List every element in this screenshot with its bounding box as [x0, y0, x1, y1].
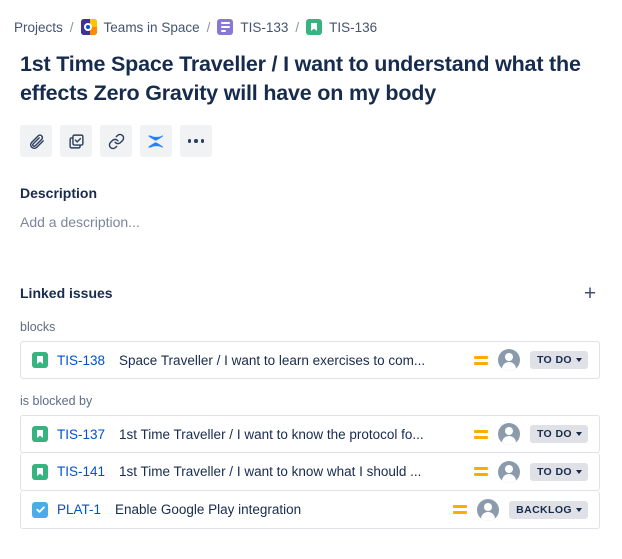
linked-issue-summary: Space Traveller / I want to learn exerci… [119, 352, 426, 368]
breadcrumb-item-issue[interactable]: TIS-136 [306, 19, 377, 35]
linked-issue-meta: TO DO [473, 349, 588, 371]
linked-issue-row[interactable]: TIS-141 1st Time Traveller / I want to k… [20, 453, 600, 491]
description-placeholder[interactable]: Add a description... [20, 214, 608, 230]
issue-view: Projects / Teams in Space / TIS-133 / TI… [0, 0, 622, 529]
story-issue-type-icon [32, 463, 48, 480]
linked-issue-row[interactable]: PLAT-1 Enable Google Play integration BA… [20, 491, 600, 529]
avatar[interactable] [477, 498, 500, 521]
linked-issues-header: Linked issues + [20, 281, 602, 305]
chevron-down-icon [576, 358, 582, 362]
project-avatar-icon [80, 19, 97, 35]
chevron-down-icon [576, 507, 582, 512]
attach-button[interactable] [20, 125, 52, 157]
linked-issue-key[interactable]: TIS-141 [57, 464, 105, 479]
paperclip-icon [28, 133, 45, 150]
avatar[interactable] [497, 423, 520, 445]
breadcrumb-separator: / [206, 19, 211, 35]
breadcrumb-label: Projects [14, 19, 63, 35]
link-group-label: blocks [20, 320, 56, 334]
medium-priority-icon [473, 355, 488, 365]
linked-issue-row[interactable]: TIS-138 Space Traveller / I want to lear… [20, 341, 600, 379]
status-badge-label: TO DO [536, 354, 572, 366]
status-badge-label: TO DO [536, 465, 572, 478]
story-issue-type-icon [32, 352, 48, 368]
breadcrumb: Projects / Teams in Space / TIS-133 / TI… [14, 0, 608, 46]
child-issue-icon [68, 133, 85, 150]
apps-button[interactable] [140, 125, 172, 157]
linked-issue-meta: BACKLOG [453, 498, 588, 521]
linked-issues-heading: Linked issues [20, 285, 113, 301]
linked-issue-key[interactable]: PLAT-1 [57, 502, 101, 517]
medium-priority-icon [473, 467, 488, 476]
epic-issue-type-icon [217, 19, 234, 35]
linked-issue-key[interactable]: TIS-138 [57, 353, 105, 368]
status-badge-label: TO DO [536, 428, 572, 440]
status-badge[interactable]: TO DO [529, 462, 588, 481]
linked-issue-summary: 1st Time Traveller / I want to know what… [119, 464, 422, 479]
avatar[interactable] [497, 349, 520, 371]
avatar[interactable] [497, 460, 520, 483]
page-title[interactable]: 1st Time Space Traveller / I want to und… [20, 50, 608, 108]
breadcrumb-separator: / [295, 19, 300, 35]
link-icon [108, 133, 125, 150]
breadcrumb-item-project[interactable]: Teams in Space [80, 19, 200, 35]
add-child-issue-button[interactable] [60, 125, 92, 157]
add-linked-issue-button[interactable]: + [578, 281, 602, 305]
linked-issue-summary: 1st Time Traveller / I want to know the … [119, 426, 424, 442]
breadcrumb-item-epic[interactable]: TIS-133 [217, 19, 288, 35]
status-badge[interactable]: BACKLOG [509, 500, 588, 519]
medium-priority-icon [453, 505, 468, 514]
link-issue-button[interactable] [100, 125, 132, 157]
link-group-label: is blocked by [20, 394, 93, 408]
plus-icon: + [583, 281, 597, 305]
status-badge-label: BACKLOG [516, 503, 572, 516]
status-badge[interactable]: TO DO [529, 425, 588, 443]
linked-issue-row[interactable]: TIS-137 1st Time Traveller / I want to k… [20, 415, 600, 453]
breadcrumb-label: TIS-136 [329, 19, 378, 35]
chevron-down-icon [576, 432, 582, 436]
linked-issue-summary: Enable Google Play integration [115, 502, 302, 517]
linked-issue-meta: TO DO [473, 423, 588, 445]
apps-icon [147, 132, 166, 151]
linked-issue-meta: TO DO [473, 460, 588, 483]
action-toolbar [20, 125, 608, 157]
more-actions-button[interactable] [180, 125, 212, 157]
task-issue-type-icon [32, 501, 48, 518]
story-issue-type-icon [306, 19, 323, 35]
breadcrumb-item-projects[interactable]: Projects [14, 20, 63, 35]
more-ellipsis-icon [187, 139, 205, 143]
description-heading: Description [20, 185, 98, 201]
linked-issue-key[interactable]: TIS-137 [57, 427, 105, 442]
medium-priority-icon [473, 429, 488, 439]
breadcrumb-separator: / [69, 19, 74, 35]
chevron-down-icon [576, 469, 582, 474]
status-badge[interactable]: TO DO [529, 351, 588, 369]
breadcrumb-label: Teams in Space [103, 19, 200, 35]
story-issue-type-icon [32, 426, 48, 442]
breadcrumb-label: TIS-133 [240, 19, 289, 35]
